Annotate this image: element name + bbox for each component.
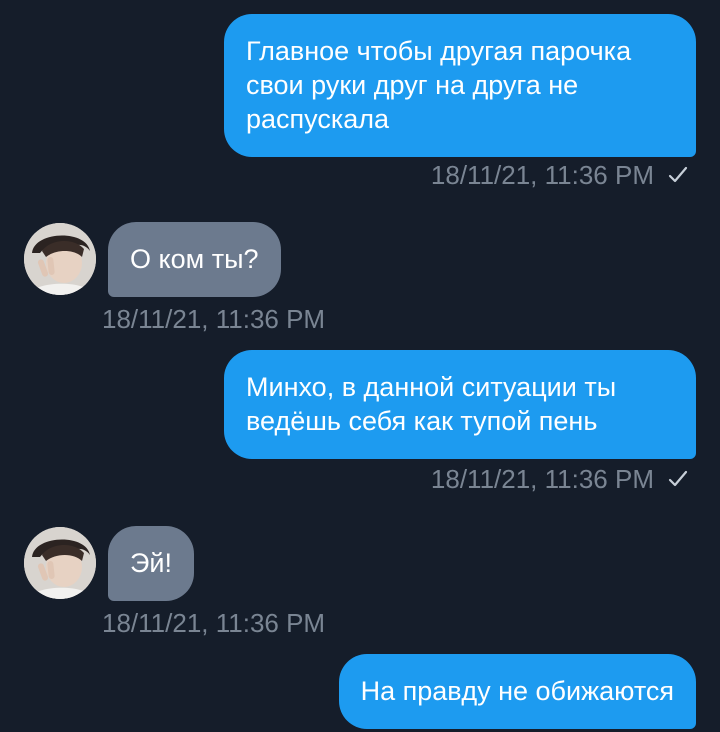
outgoing-message-bubble[interactable]: Главное чтобы другая парочка свои руки д…: [224, 14, 696, 157]
check-icon: [668, 470, 688, 487]
message-timestamp: 18/11/21, 11:36 PM: [430, 160, 654, 190]
message-meta: 18/11/21, 11:36 PM: [102, 304, 325, 334]
outgoing-message-bubble[interactable]: Минхо, в данной ситуации ты ведёшь себя …: [224, 350, 696, 459]
message-text: Главное чтобы другая парочка свои руки д…: [246, 36, 632, 134]
message-meta: 18/11/21, 11:36 PM: [431, 160, 688, 190]
message-meta: 18/11/21, 11:36 PM: [102, 608, 325, 638]
message-text: На правду не обижаются: [360, 676, 674, 706]
message-timestamp: 18/11/21, 11:36 PM: [102, 304, 326, 334]
message-timestamp: 18/11/21, 11:36 PM: [430, 464, 654, 494]
message-meta: 18/11/21, 11:36 PM: [431, 464, 688, 494]
avatar-image: [24, 223, 96, 295]
incoming-message-bubble[interactable]: О ком ты?: [108, 222, 281, 297]
outgoing-message-bubble[interactable]: На правду не обижаются: [338, 654, 696, 729]
contact-avatar[interactable]: [24, 527, 96, 599]
avatar-image: [24, 527, 96, 599]
message-timestamp: 18/11/21, 11:36 PM: [102, 608, 326, 638]
check-icon: [668, 166, 688, 183]
message-text: Эй!: [130, 548, 172, 578]
contact-avatar[interactable]: [24, 223, 96, 295]
incoming-message-bubble[interactable]: Эй!: [108, 526, 194, 601]
message-text: О ком ты?: [130, 244, 259, 274]
message-text: Минхо, в данной ситуации ты ведёшь себя …: [246, 372, 617, 436]
